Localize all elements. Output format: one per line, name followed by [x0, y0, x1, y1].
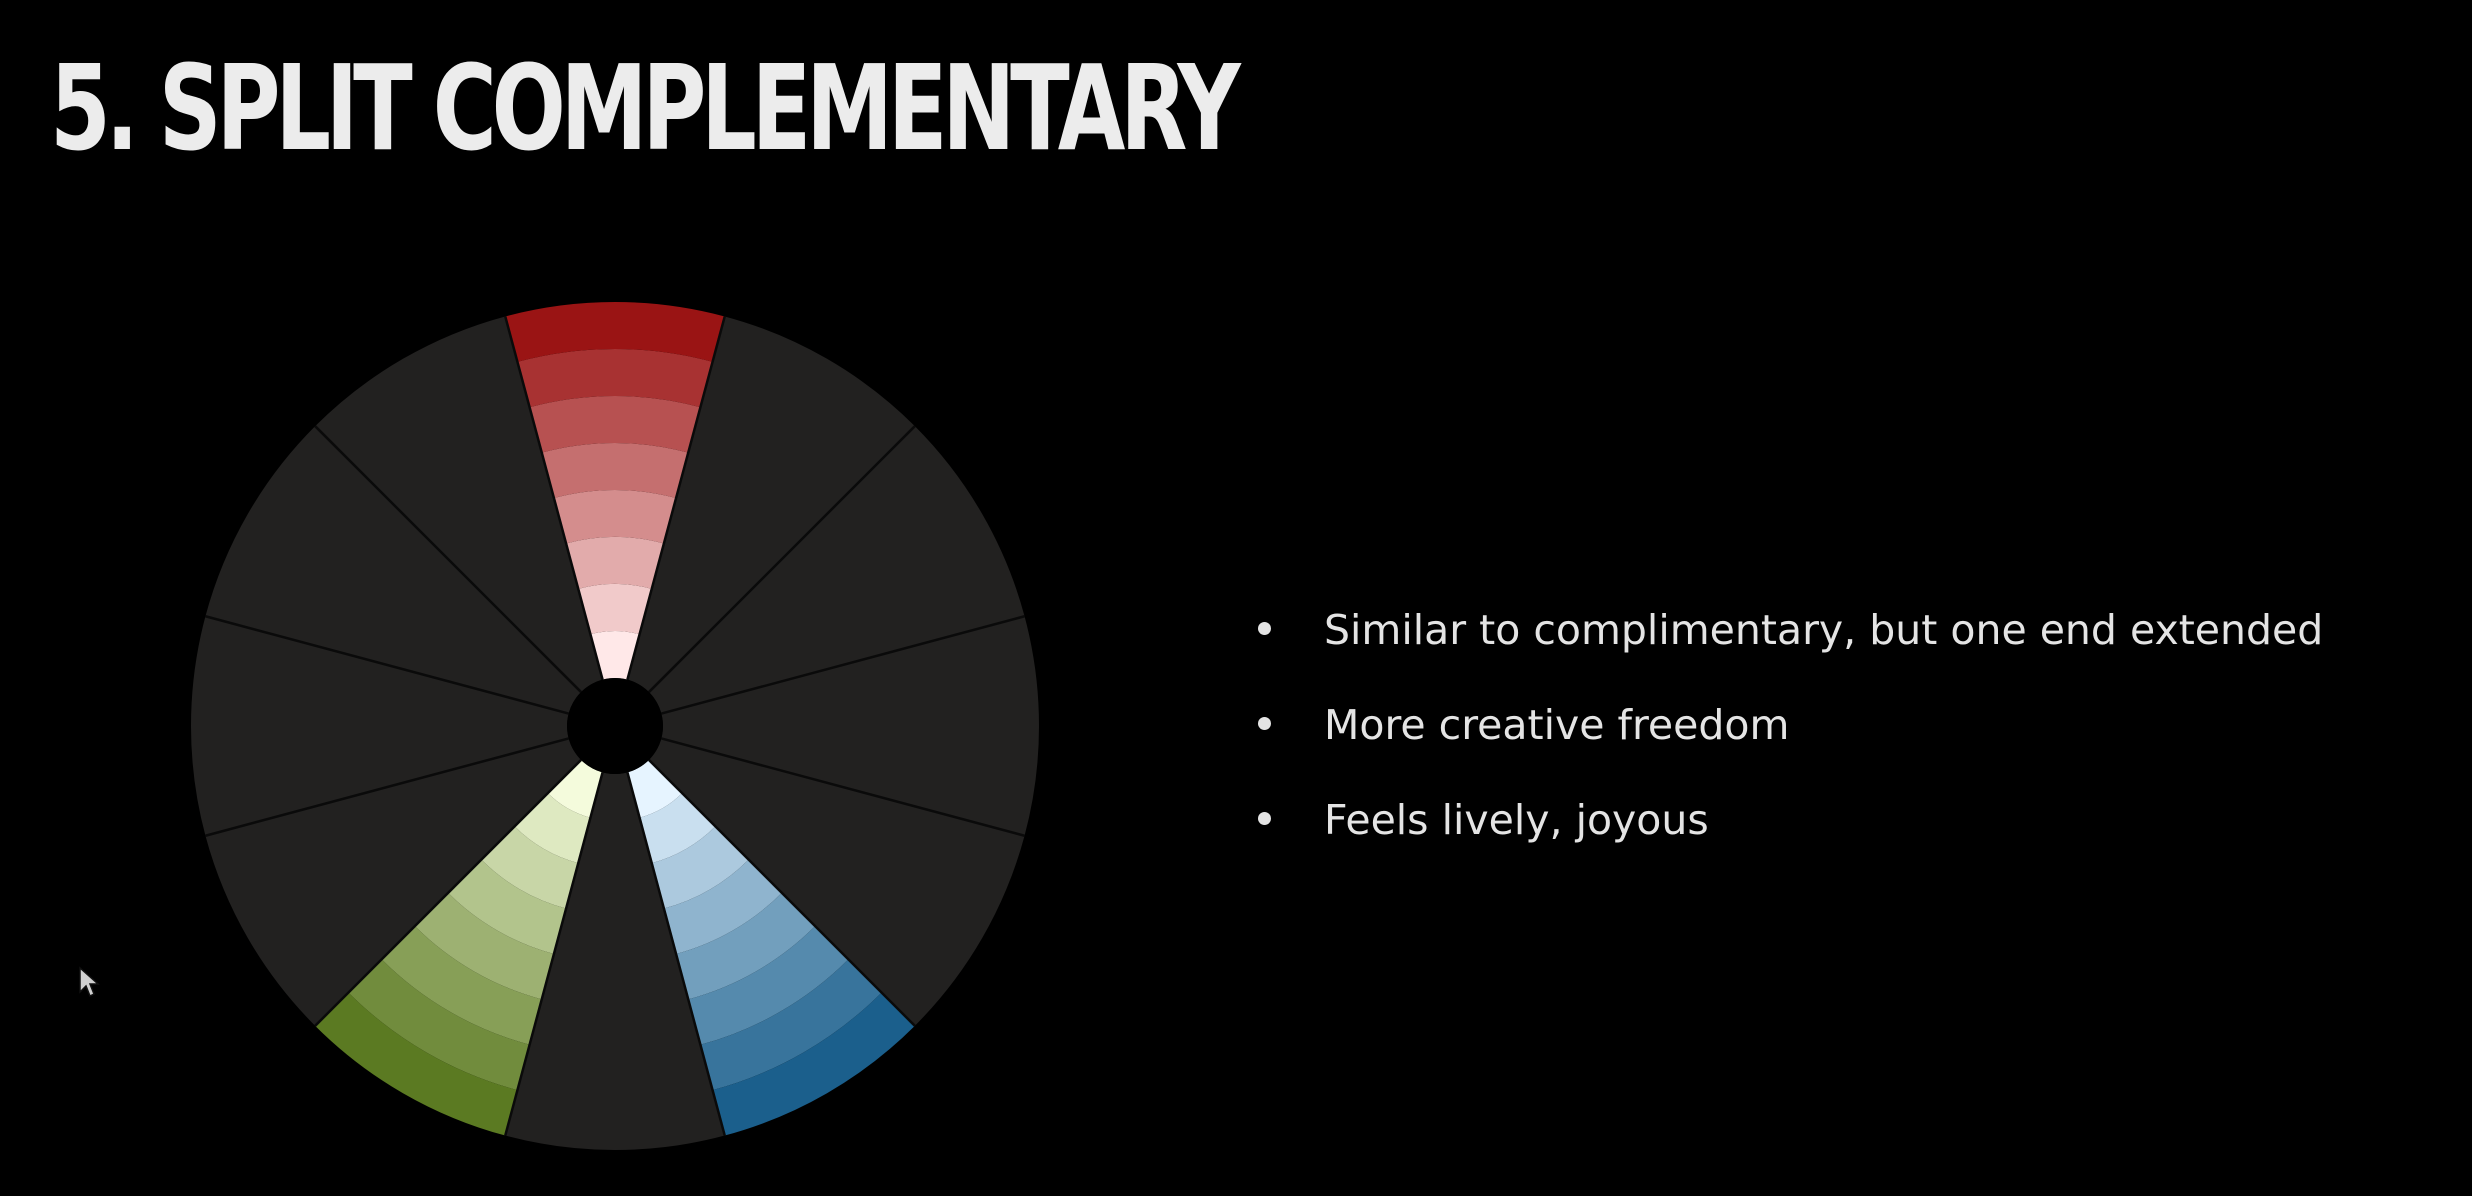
color-wheel-center-hole	[567, 678, 663, 774]
bullet-dot	[1258, 622, 1271, 635]
mouse-pointer-icon	[79, 966, 100, 998]
bullet-text: More creative freedom	[1324, 701, 1790, 749]
bullet-text: Similar to complimentary, but one end ex…	[1324, 606, 2324, 654]
color-wheel-segment-red-band	[541, 443, 689, 499]
bullet-list: Similar to complimentary, but one end ex…	[1258, 588, 2323, 873]
bullet-item: More creative freedom	[1258, 683, 2323, 778]
color-wheel-segment-red-band	[553, 490, 677, 544]
color-wheel-segment-red-band	[566, 537, 664, 589]
bullet-dot	[1258, 717, 1271, 730]
bullet-dot	[1258, 812, 1271, 825]
bullet-item: Similar to complimentary, but one end ex…	[1258, 588, 2323, 683]
bullet-text: Feels lively, joyous	[1324, 796, 1709, 844]
slide: 5. SPLIT COMPLEMENTARY Similar to compli…	[0, 0, 2472, 1196]
bullet-item: Feels lively, joyous	[1258, 778, 2323, 873]
